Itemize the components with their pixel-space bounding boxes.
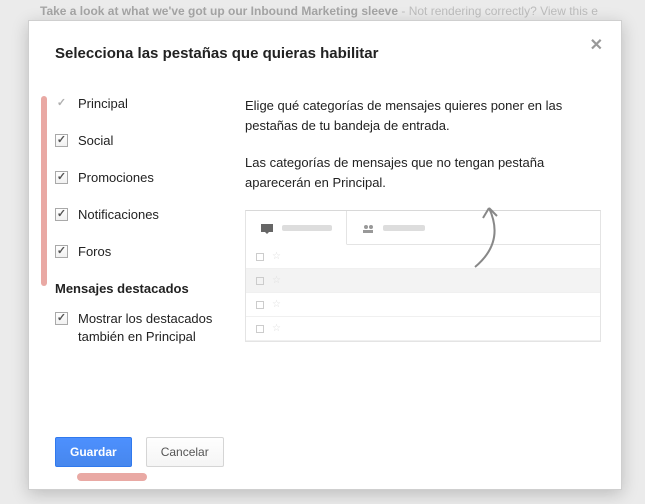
placeholder-bar: [383, 225, 425, 231]
checkbox-icon: ✓: [55, 134, 68, 147]
preview-row: ☆: [246, 293, 600, 317]
description-p2: Las categorías de mensajes que no tengan…: [245, 153, 601, 192]
dialog-buttons: Guardar Cancelar: [55, 437, 224, 467]
annotation-red-bar: [41, 96, 47, 286]
dialog-title: Selecciona las pestañas que quieras habi…: [55, 45, 601, 62]
people-icon: [361, 222, 375, 234]
checkbox-icon: ✓: [55, 171, 68, 184]
inbox-preview: ☆ ☆ ☆ ☆: [245, 210, 601, 342]
annotation-red-underline: [77, 473, 147, 481]
tab-option-promociones[interactable]: ✓ Promociones: [55, 170, 235, 185]
tab-option-label: Foros: [78, 244, 111, 259]
checkmark-icon: ✓: [55, 97, 68, 110]
preview-row: ☆: [246, 317, 600, 341]
preview-tabs: [246, 211, 600, 245]
preview-row: ☆: [246, 245, 600, 269]
tab-option-label: Promociones: [78, 170, 154, 185]
starred-in-principal-option[interactable]: ✓ Mostrar los destacados también en Prin…: [55, 310, 235, 346]
close-icon[interactable]: ✕: [590, 35, 603, 55]
starred-heading: Mensajes destacados: [55, 281, 235, 296]
cancel-button[interactable]: Cancelar: [146, 437, 224, 467]
placeholder-bar: [282, 225, 332, 231]
dialog-right-panel: Elige qué categorías de mensajes quieres…: [235, 96, 601, 346]
tab-option-label: Principal: [78, 96, 128, 111]
checkbox-icon: ✓: [55, 312, 68, 325]
tabs-settings-dialog: ✕ Selecciona las pestañas que quieras ha…: [28, 20, 622, 490]
preview-tab-social: [347, 211, 439, 244]
inbox-icon: [260, 222, 274, 234]
tab-option-notificaciones[interactable]: ✓ Notificaciones: [55, 207, 235, 222]
tabs-checkbox-list: ✓ Principal ✓ Social ✓ Promociones ✓ Not…: [55, 96, 235, 346]
starred-option-label: Mostrar los destacados también en Princi…: [78, 310, 235, 346]
tab-option-label: Social: [78, 133, 113, 148]
background-email-preview: Take a look at what we've got up our Inb…: [40, 4, 635, 18]
tab-option-foros[interactable]: ✓ Foros: [55, 244, 235, 259]
preview-tab-primary: [246, 211, 347, 245]
checkbox-icon: ✓: [55, 208, 68, 221]
description-p1: Elige qué categorías de mensajes quieres…: [245, 96, 601, 135]
preview-rows: ☆ ☆ ☆ ☆: [246, 245, 600, 341]
preview-row: ☆: [246, 269, 600, 293]
save-button[interactable]: Guardar: [55, 437, 132, 467]
tab-option-social[interactable]: ✓ Social: [55, 133, 235, 148]
tab-option-principal[interactable]: ✓ Principal: [55, 96, 235, 111]
checkbox-icon: ✓: [55, 245, 68, 258]
tab-option-label: Notificaciones: [78, 207, 159, 222]
